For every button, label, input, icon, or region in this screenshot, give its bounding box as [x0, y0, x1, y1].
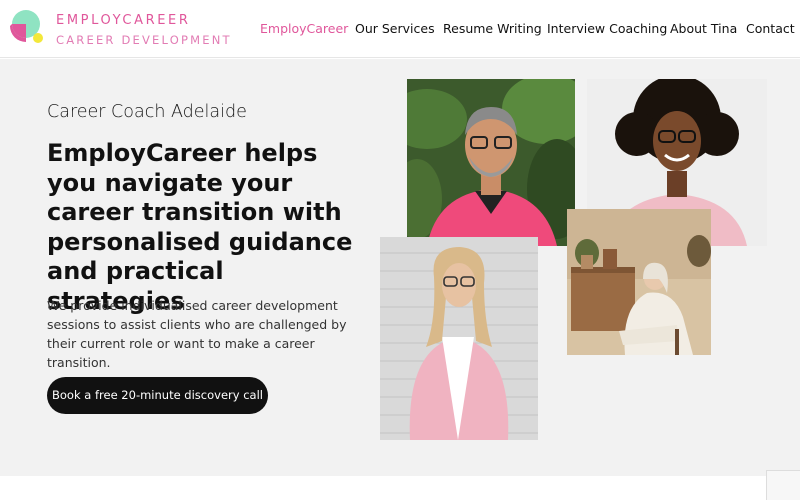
- hero-description: We provide individualised career develop…: [47, 298, 347, 370]
- photo-man-pink-sweater: [407, 79, 575, 246]
- nav-interview-coaching[interactable]: Interview Coaching: [547, 21, 667, 37]
- hero-section: Career Coach Adelaide EmployCareer helps…: [0, 59, 800, 476]
- book-discovery-call-button[interactable]: Book a free 20-minute discovery call: [47, 377, 268, 414]
- nav-employcareer[interactable]: EmployCareer: [260, 21, 348, 37]
- page-bottom-strip: [0, 476, 800, 500]
- hero-eyebrow: Career Coach Adelaide: [47, 102, 247, 122]
- hero-headline: EmployCareer helps you navigate your car…: [47, 139, 353, 315]
- brand-name[interactable]: EMPLOYCAREER: [56, 13, 190, 28]
- photo-woman-seated-white: [567, 209, 711, 355]
- recaptcha-badge[interactable]: [766, 470, 800, 500]
- nav-our-services[interactable]: Our Services: [355, 21, 435, 37]
- brand-tagline: CAREER DEVELOPMENT: [56, 33, 232, 47]
- nav-contact[interactable]: Contact: [746, 21, 795, 37]
- nav-about-tina[interactable]: About Tina: [670, 21, 737, 37]
- photo-woman-pink-blazer: [380, 237, 538, 440]
- employcareer-logo-icon[interactable]: [8, 6, 48, 52]
- site-header: EMPLOYCAREER CAREER DEVELOPMENT EmployCa…: [0, 0, 800, 58]
- nav-resume-writing[interactable]: Resume Writing: [443, 21, 542, 37]
